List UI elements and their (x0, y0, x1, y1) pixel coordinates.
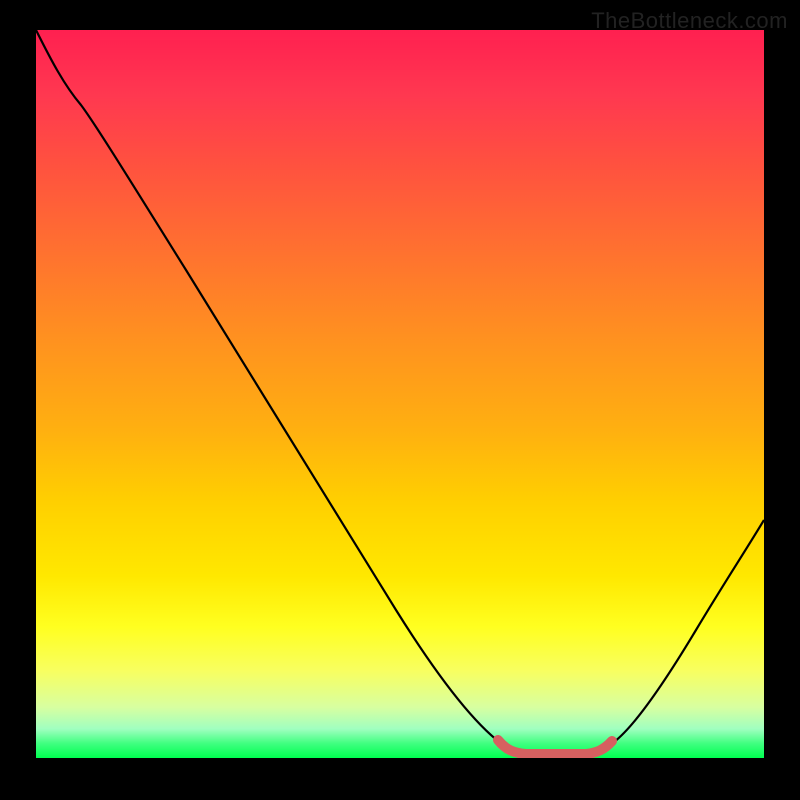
heatmap-gradient-background (36, 30, 764, 758)
chart-container (36, 30, 764, 758)
watermark-text: TheBottleneck.com (591, 8, 788, 34)
